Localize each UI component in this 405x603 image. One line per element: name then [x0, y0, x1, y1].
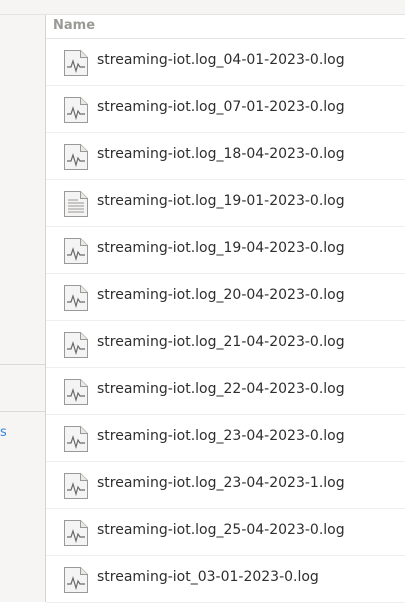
log-file-icon	[63, 519, 89, 547]
file-name: streaming-iot.log_23-04-2023-1.log	[97, 475, 345, 491]
file-name: streaming-iot.log_04-01-2023-0.log	[97, 52, 345, 68]
file-row[interactable]: streaming-iot.log_04-01-2023-0.log	[46, 39, 405, 86]
file-row[interactable]: streaming-iot_03-01-2023-0.log	[46, 556, 405, 603]
window-top-strip	[0, 0, 405, 15]
log-file-icon	[63, 378, 89, 406]
log-file-icon	[63, 566, 89, 594]
log-file-icon	[63, 96, 89, 124]
file-row[interactable]: streaming-iot.log_22-04-2023-0.log	[46, 368, 405, 415]
log-file-icon	[63, 49, 89, 77]
file-name: streaming-iot_03-01-2023-0.log	[97, 569, 319, 585]
file-name: streaming-iot.log_19-04-2023-0.log	[97, 240, 345, 256]
file-list: streaming-iot.log_04-01-2023-0.logstream…	[46, 39, 405, 603]
file-name: streaming-iot.log_20-04-2023-0.log	[97, 287, 345, 303]
file-name: streaming-iot.log_25-04-2023-0.log	[97, 522, 345, 538]
file-name: streaming-iot.log_23-04-2023-0.log	[97, 428, 345, 444]
text-file-icon	[63, 190, 89, 218]
log-file-icon	[63, 331, 89, 359]
log-file-icon	[63, 425, 89, 453]
sidebar-separator	[0, 364, 45, 365]
file-name: streaming-iot.log_18-04-2023-0.log	[97, 146, 345, 162]
file-row[interactable]: streaming-iot.log_19-01-2023-0.log	[46, 180, 405, 227]
column-header-label: Name	[53, 18, 96, 33]
sidebar-separator	[0, 411, 45, 412]
file-row[interactable]: streaming-iot.log_19-04-2023-0.log	[46, 227, 405, 274]
file-row[interactable]: streaming-iot.log_18-04-2023-0.log	[46, 133, 405, 180]
file-row[interactable]: streaming-iot.log_21-04-2023-0.log	[46, 321, 405, 368]
log-file-icon	[63, 472, 89, 500]
file-row[interactable]: streaming-iot.log_20-04-2023-0.log	[46, 274, 405, 321]
file-name: streaming-iot.log_22-04-2023-0.log	[97, 381, 345, 397]
file-row[interactable]: streaming-iot.log_23-04-2023-1.log	[46, 462, 405, 509]
sidebar	[0, 15, 45, 602]
sidebar-link-fragment[interactable]: s	[0, 426, 6, 440]
log-file-icon	[63, 237, 89, 265]
file-name: streaming-iot.log_07-01-2023-0.log	[97, 99, 345, 115]
column-header-name[interactable]: Name	[46, 15, 405, 39]
file-row[interactable]: streaming-iot.log_07-01-2023-0.log	[46, 86, 405, 133]
file-row[interactable]: streaming-iot.log_23-04-2023-0.log	[46, 415, 405, 462]
file-name: streaming-iot.log_19-01-2023-0.log	[97, 193, 345, 209]
log-file-icon	[63, 143, 89, 171]
log-file-icon	[63, 284, 89, 312]
file-row[interactable]: streaming-iot.log_25-04-2023-0.log	[46, 509, 405, 556]
file-name: streaming-iot.log_21-04-2023-0.log	[97, 334, 345, 350]
